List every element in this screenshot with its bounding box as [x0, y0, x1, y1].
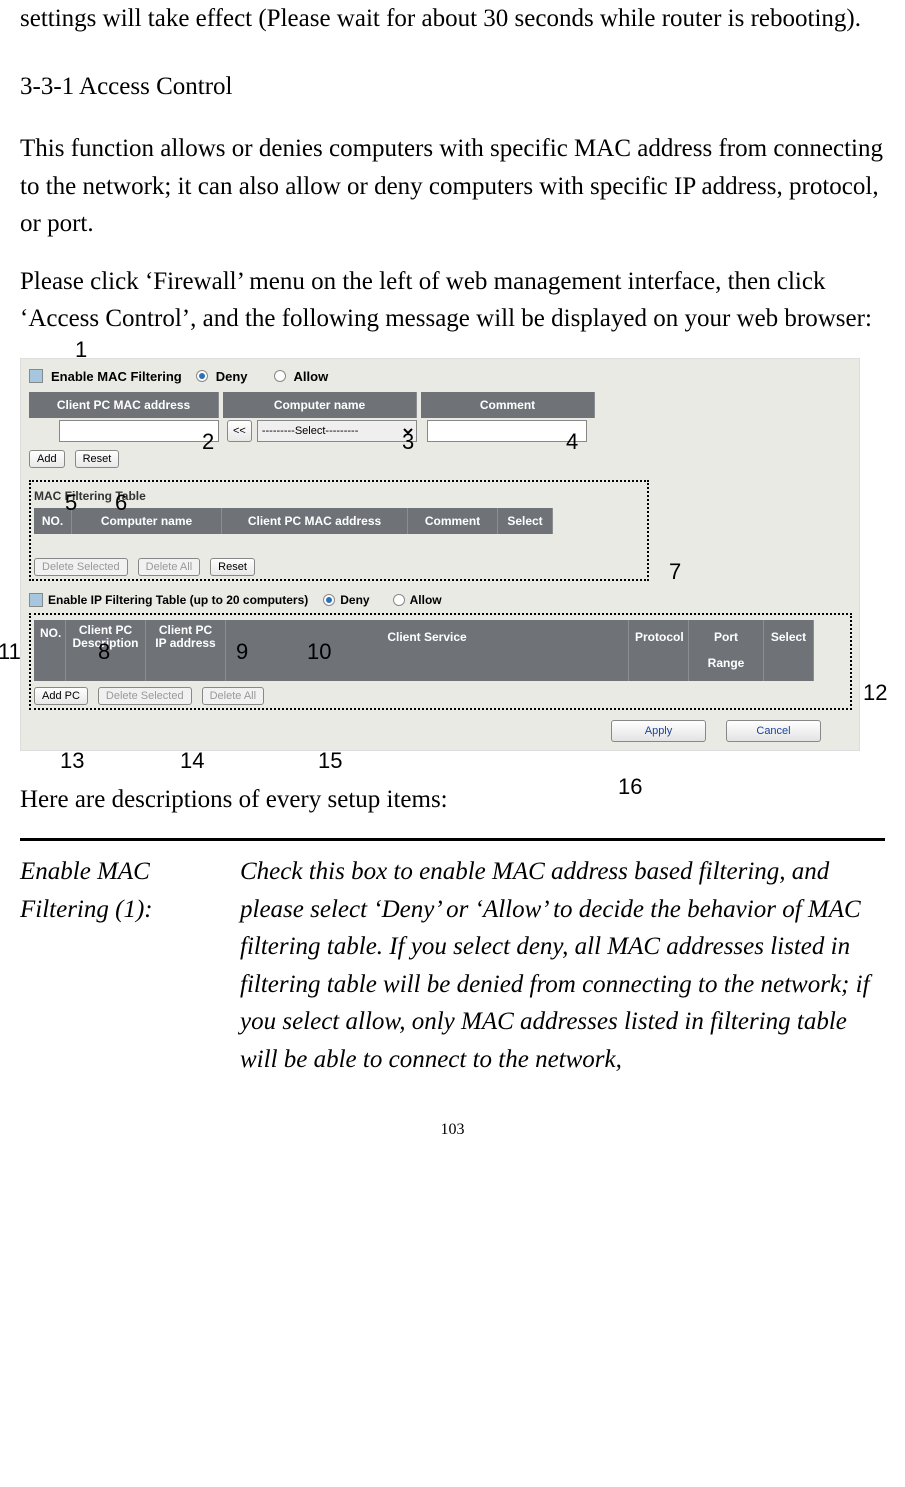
mac-table-hdr-select: Select: [498, 508, 553, 534]
ip-allow-radio[interactable]: [393, 594, 405, 606]
callout-9: 9: [236, 635, 248, 668]
ip-hdr-service: Client Service: [226, 620, 629, 681]
mac-filter-enable-row: Enable MAC Filtering Deny Allow: [29, 367, 851, 387]
mac-allow-label: Allow: [294, 367, 329, 387]
mac-table-empty: [34, 534, 644, 550]
ip-hdr-ip: Client PC IP address: [146, 620, 226, 681]
section-heading: 3-3-1 Access Control: [20, 68, 885, 106]
computer-name-select[interactable]: ---------Select---------: [257, 420, 417, 442]
router-ui-screenshot: Enable MAC Filtering Deny Allow Client P…: [20, 358, 860, 751]
callout-7: 7: [669, 555, 681, 588]
ip-table-button-row: Add PC Delete Selected Delete All: [34, 687, 847, 705]
ip-hdr-protocol: Protocol: [629, 620, 689, 681]
page-number: 103: [20, 1118, 885, 1142]
hdr-computer-name: Computer name: [223, 392, 417, 418]
ip-filtering-table-box: NO. Client PC Description Client PC IP a…: [29, 613, 852, 710]
footer-button-row: Apply Cancel: [29, 720, 851, 742]
hdr-client-mac: Client PC MAC address: [29, 392, 219, 418]
reset-button[interactable]: Reset: [75, 450, 120, 468]
cancel-button[interactable]: Cancel: [726, 720, 821, 742]
screenshot-container: 1 2 3 4 5 6 7 8 9 10 11 12 13 14 15 16 E…: [20, 358, 885, 751]
ip-delete-all-button[interactable]: Delete All: [202, 687, 264, 705]
callout-2: 2: [202, 425, 214, 458]
ip-allow-label: Allow: [410, 591, 442, 609]
ip-hdr-port: Port Range: [689, 620, 764, 681]
copy-left-button[interactable]: <<: [227, 420, 252, 442]
callout-5: 5: [65, 486, 77, 519]
ip-hdr-select: Select: [764, 620, 814, 681]
mac-table-hdr-name: Computer name: [72, 508, 222, 534]
para-function-desc: This function allows or denies computers…: [20, 130, 885, 243]
desc-term: Enable MAC Filtering (1):: [20, 853, 220, 1078]
mac-delete-all-button[interactable]: Delete All: [138, 558, 200, 576]
desc-body: Check this box to enable MAC address bas…: [240, 853, 885, 1078]
callout-3: 3: [402, 425, 414, 458]
desc-divider-line: [20, 838, 885, 841]
callout-11: 11: [0, 635, 21, 668]
mac-delete-selected-button[interactable]: Delete Selected: [34, 558, 128, 576]
hdr-comment: Comment: [421, 392, 595, 418]
callout-1: 1: [75, 333, 87, 366]
callout-12: 12: [863, 676, 887, 709]
ip-filter-enable-row: Enable IP Filtering Table (up to 20 comp…: [29, 591, 851, 609]
mac-input-header-row: Client PC MAC address Computer name Comm…: [29, 392, 851, 418]
ip-hdr-no: NO.: [34, 620, 66, 681]
desc-row-enable-mac: Enable MAC Filtering (1): Check this box…: [20, 853, 885, 1078]
callout-4: 4: [566, 425, 578, 458]
callout-13: 13: [60, 744, 84, 777]
add-pc-button[interactable]: Add PC: [34, 687, 88, 705]
enable-ip-label: Enable IP Filtering Table (up to 20 comp…: [48, 591, 308, 609]
mac-reset-button[interactable]: Reset: [210, 558, 255, 576]
callout-8: 8: [98, 635, 110, 668]
mac-deny-radio[interactable]: [196, 370, 208, 382]
desc-intro: Here are descriptions of every setup ite…: [20, 781, 885, 819]
ip-deny-label: Deny: [340, 591, 369, 609]
apply-button[interactable]: Apply: [611, 720, 706, 742]
callout-10: 10: [307, 635, 331, 668]
intro-tail-text: settings will take effect (Please wait f…: [20, 0, 885, 38]
mac-table-hdr-comment: Comment: [408, 508, 498, 534]
para-instruction: Please click ‘Firewall’ menu on the left…: [20, 263, 885, 338]
mac-table-button-row: Delete Selected Delete All Reset: [34, 558, 644, 576]
callout-16: 16: [618, 770, 642, 803]
ip-deny-radio[interactable]: [323, 594, 335, 606]
mac-input-row: << ---------Select---------: [29, 420, 851, 442]
comment-input[interactable]: [427, 420, 587, 442]
callout-6: 6: [115, 486, 127, 519]
enable-ip-checkbox[interactable]: [29, 593, 43, 607]
enable-mac-checkbox[interactable]: [29, 369, 43, 383]
mac-deny-label: Deny: [216, 367, 248, 387]
enable-mac-label: Enable MAC Filtering: [51, 367, 182, 387]
callout-14: 14: [180, 744, 204, 777]
mac-table-hdr-mac: Client PC MAC address: [222, 508, 408, 534]
mac-allow-radio[interactable]: [274, 370, 286, 382]
mac-address-input[interactable]: [59, 420, 219, 442]
ip-delete-selected-button[interactable]: Delete Selected: [98, 687, 192, 705]
ip-table-header-row: NO. Client PC Description Client PC IP a…: [34, 620, 847, 681]
mac-add-reset-row: Add Reset: [29, 450, 851, 468]
callout-15: 15: [318, 744, 342, 777]
add-button[interactable]: Add: [29, 450, 65, 468]
